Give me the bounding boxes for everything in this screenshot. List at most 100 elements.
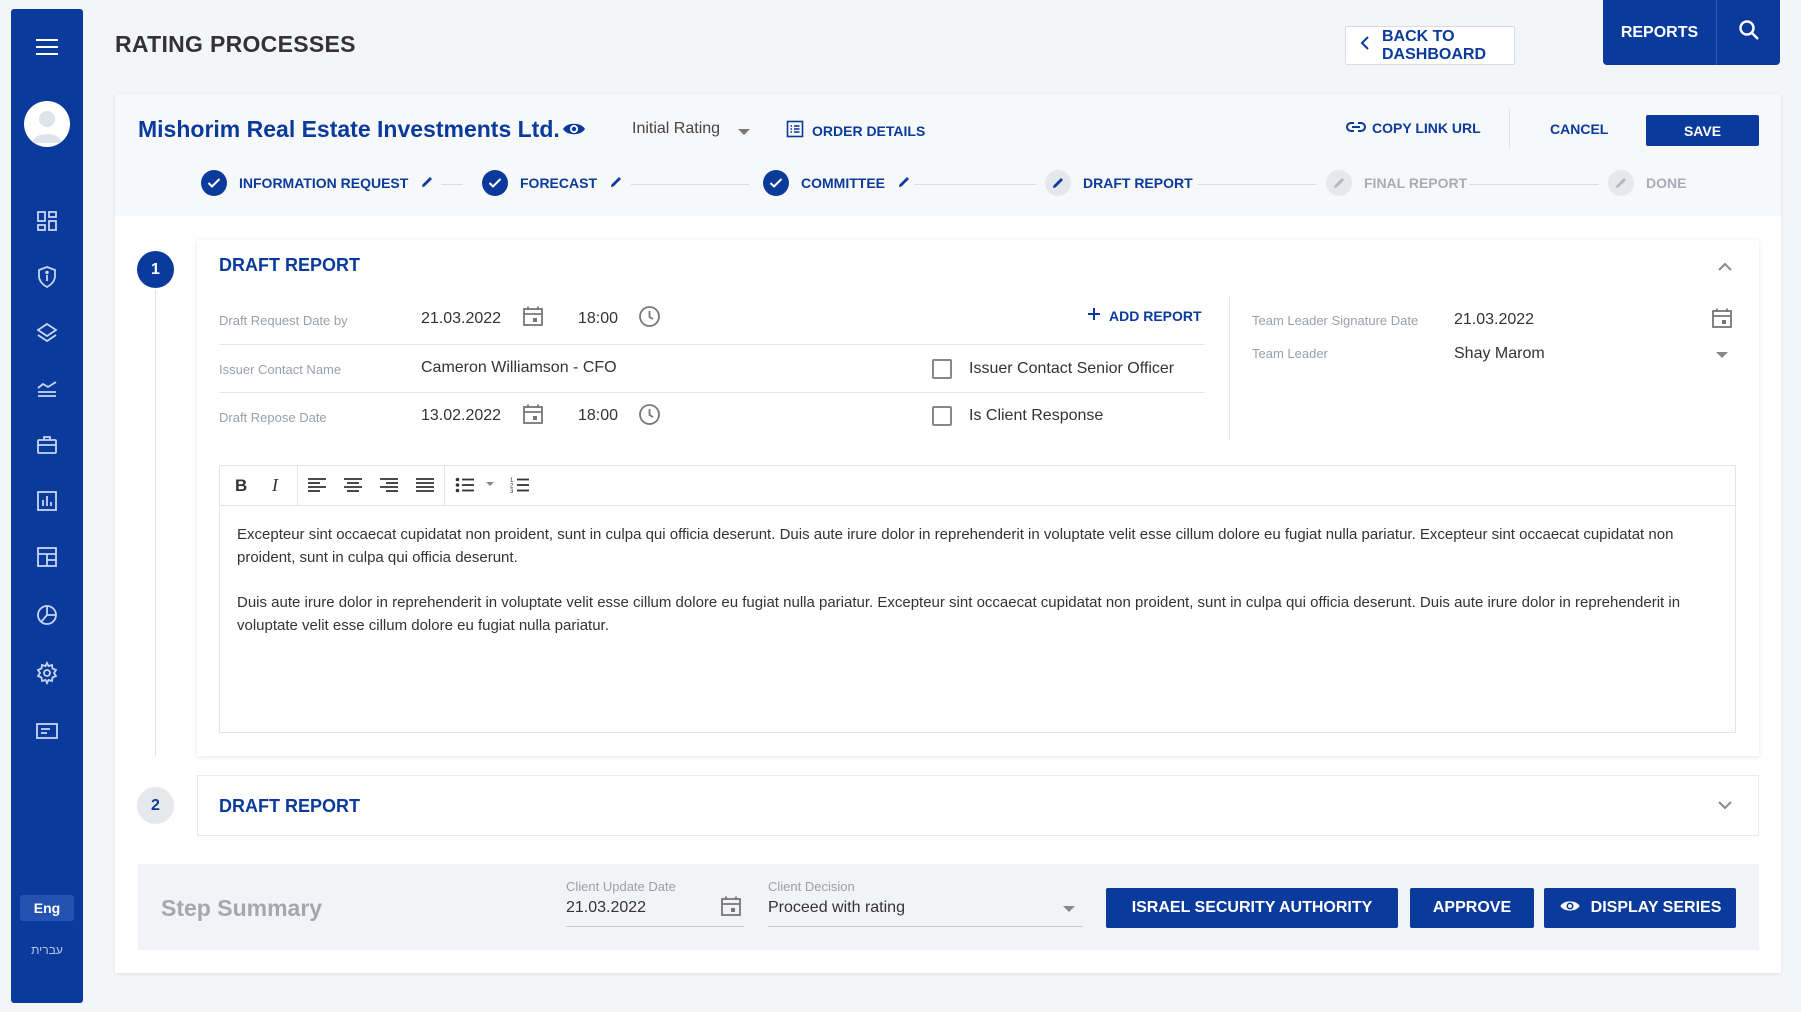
numbered-list-icon[interactable]: 123 <box>507 472 533 498</box>
chevron-up-icon[interactable] <box>1717 259 1733 277</box>
divider <box>297 465 298 505</box>
bar-chart-icon[interactable] <box>35 489 59 513</box>
team-leader-signature-label: Team Leader Signature Date <box>1252 313 1419 328</box>
step-connector <box>631 184 749 185</box>
plus-icon <box>1087 307 1101 324</box>
svg-text:B: B <box>235 477 247 493</box>
align-justify-icon[interactable] <box>412 472 438 498</box>
clock-icon[interactable] <box>638 403 661 431</box>
shield-icon[interactable] <box>35 265 59 289</box>
draft-request-date[interactable]: 21.03.2022 <box>421 310 501 328</box>
step-label: DRAFT REPORT <box>1083 175 1193 191</box>
issuer-senior-label: Issuer Contact Senior Officer <box>969 360 1175 377</box>
approve-button[interactable]: APPROVE <box>1410 888 1534 928</box>
client-decision-label: Client Decision <box>768 879 855 894</box>
cancel-button[interactable]: CANCEL <box>1550 121 1608 137</box>
step-draft-report[interactable]: DRAFT REPORT <box>1045 170 1193 196</box>
calendar-icon[interactable] <box>1711 307 1733 334</box>
gear-icon[interactable] <box>35 660 59 686</box>
draft-repose-date[interactable]: 13.02.2022 <box>421 407 501 425</box>
eye-icon[interactable] <box>562 121 586 142</box>
field-underline <box>566 926 744 927</box>
section-number: 1 <box>137 251 174 288</box>
caret-down-icon[interactable] <box>1716 352 1728 358</box>
editor-content[interactable]: Excepteur sint occaecat cupidatat non pr… <box>237 523 1717 659</box>
card-icon[interactable] <box>35 719 59 743</box>
section-title[interactable]: DRAFT REPORT <box>219 796 360 817</box>
save-button[interactable]: SAVE <box>1646 115 1759 146</box>
pencil-icon <box>1045 170 1071 196</box>
language-hebrew-link[interactable]: עברית <box>11 943 83 957</box>
briefcase-icon[interactable] <box>35 433 59 457</box>
pie-chart-icon[interactable] <box>35 603 59 627</box>
step-information-request[interactable]: INFORMATION REQUEST <box>201 170 434 196</box>
trend-icon[interactable] <box>35 377 59 401</box>
caret-down-icon[interactable] <box>738 129 750 135</box>
copy-link-label: COPY LINK URL <box>1372 120 1481 136</box>
align-center-icon[interactable] <box>340 472 366 498</box>
company-name: Mishorim Real Estate Investments Ltd. <box>138 116 560 142</box>
link-icon <box>1346 120 1366 136</box>
step-forecast[interactable]: FORECAST <box>482 170 623 196</box>
israel-security-authority-button[interactable]: ISRAEL SECURITY AUTHORITY <box>1106 888 1398 928</box>
team-leader-select[interactable]: Shay Marom <box>1454 345 1545 363</box>
layout-icon[interactable] <box>35 545 59 569</box>
check-icon <box>482 170 508 196</box>
issuer-contact-value[interactable]: Cameron Williamson - CFO <box>421 359 617 377</box>
clock-icon[interactable] <box>638 305 661 333</box>
menu-icon[interactable] <box>36 39 58 59</box>
step-label: FORECAST <box>520 175 597 191</box>
add-report-button[interactable]: ADD REPORT <box>1087 307 1202 324</box>
language-eng-button[interactable]: Eng <box>20 895 74 921</box>
step-label: DONE <box>1646 175 1687 191</box>
divider <box>1509 109 1510 149</box>
pencil-icon[interactable] <box>897 175 911 192</box>
calendar-icon[interactable] <box>720 895 742 922</box>
issuer-senior-checkbox[interactable] <box>932 359 952 379</box>
italic-icon[interactable]: I <box>264 472 290 498</box>
client-decision-select[interactable]: Proceed with rating <box>768 899 905 917</box>
team-leader-label: Team Leader <box>1252 346 1328 361</box>
bold-icon[interactable]: B <box>228 472 254 498</box>
step-committee[interactable]: COMMITTEE <box>763 170 911 196</box>
client-update-date[interactable]: 21.03.2022 <box>566 899 646 917</box>
calendar-icon[interactable] <box>522 305 544 332</box>
align-left-icon[interactable] <box>304 472 330 498</box>
step-final-report[interactable]: FINAL REPORT <box>1326 170 1467 196</box>
calendar-icon[interactable] <box>522 403 544 430</box>
draft-repose-label: Draft Repose Date <box>219 410 327 425</box>
step-done[interactable]: DONE <box>1608 170 1686 196</box>
draft-report-section-collapsed[interactable] <box>197 775 1759 836</box>
bullet-list-icon[interactable] <box>452 472 478 498</box>
caret-down-icon[interactable] <box>1063 906 1075 912</box>
pencil-icon[interactable] <box>609 175 623 192</box>
check-icon <box>201 170 227 196</box>
caret-down-icon[interactable] <box>486 482 494 486</box>
order-details-button[interactable]: ORDER DETAILS <box>786 120 925 141</box>
avatar[interactable] <box>24 101 70 147</box>
add-report-label: ADD REPORT <box>1109 307 1202 324</box>
display-series-button[interactable]: DISPLAY SERIES <box>1544 888 1736 928</box>
divider <box>219 392 1205 393</box>
back-to-dashboard-button[interactable]: BACK TO DASHBOARD <box>1345 26 1515 65</box>
pencil-icon[interactable] <box>420 175 434 192</box>
dashboard-icon[interactable] <box>35 209 59 233</box>
search-button[interactable] <box>1716 0 1780 65</box>
layers-icon[interactable] <box>35 321 59 345</box>
chevron-down-icon[interactable] <box>1717 797 1733 815</box>
copy-link-button[interactable]: COPY LINK URL <box>1346 120 1481 136</box>
sidebar: Eng עברית <box>11 9 83 1003</box>
svg-text:3: 3 <box>510 489 514 494</box>
step-connector <box>1198 184 1316 185</box>
draft-request-time[interactable]: 18:00 <box>578 310 618 328</box>
check-icon <box>763 170 789 196</box>
reports-button[interactable]: REPORTS <box>1603 0 1716 65</box>
client-response-label: Is Client Response <box>969 407 1104 424</box>
team-leader-signature-date[interactable]: 21.03.2022 <box>1454 311 1534 329</box>
rating-type-select[interactable]: Initial Rating <box>632 120 720 138</box>
draft-repose-time[interactable]: 18:00 <box>578 407 618 425</box>
client-response-checkbox[interactable] <box>932 406 952 426</box>
align-right-icon[interactable] <box>376 472 402 498</box>
chevron-left-icon <box>1360 36 1370 55</box>
display-series-label: DISPLAY SERIES <box>1590 899 1722 916</box>
